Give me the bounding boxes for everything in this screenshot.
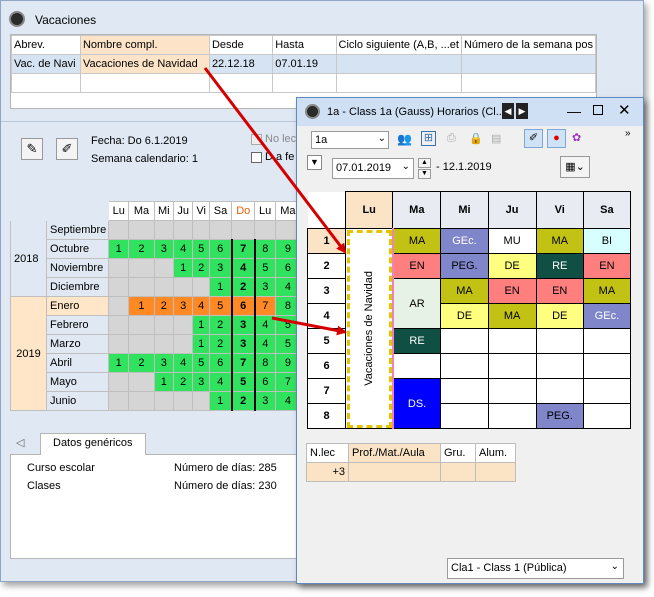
annotation-arrows — [203, 67, 347, 336]
arrow-from-calendar — [271, 316, 347, 336]
arrow-to-timetable — [203, 67, 347, 254]
